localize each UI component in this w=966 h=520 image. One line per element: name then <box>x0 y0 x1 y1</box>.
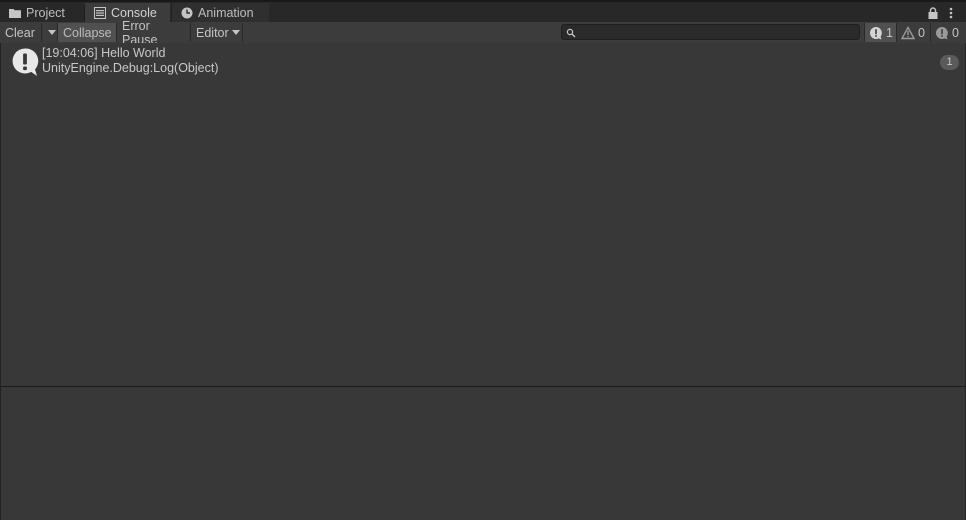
warning-count: 0 <box>918 25 925 40</box>
kebab-menu-icon[interactable] <box>946 6 956 20</box>
error-count: 1 <box>886 25 893 40</box>
log-message: [19:04:06] Hello World <box>42 46 166 60</box>
warning-count-toggle[interactable]: 0 <box>896 23 930 42</box>
window-left-border <box>0 43 1 520</box>
info-message-icon <box>11 47 39 77</box>
folder-icon <box>9 7 21 19</box>
console-window: Project Console Animation Clear Collapse <box>0 0 966 520</box>
search-input[interactable] <box>578 25 856 39</box>
collapse-toggle[interactable]: Collapse <box>58 23 117 42</box>
error-count-toggle[interactable]: 1 <box>864 23 896 42</box>
info-count: 0 <box>952 25 959 40</box>
search-box[interactable] <box>561 24 860 40</box>
editor-dropdown[interactable]: Editor <box>191 23 243 42</box>
log-entry[interactable]: [19:04:06] Hello World UnityEngine.Debug… <box>1 43 965 81</box>
lock-icon[interactable] <box>927 7 939 19</box>
editor-dropdown-label: Editor <box>196 25 229 40</box>
console-toolbar: Clear Collapse Error Pause Editor 1 0 0 <box>0 19 966 47</box>
error-pause-toggle[interactable]: Error Pause <box>117 19 191 47</box>
chevron-down-icon <box>48 30 56 35</box>
collapse-count-badge: 1 <box>940 55 959 70</box>
tab-project-label: Project <box>26 6 65 20</box>
console-icon <box>94 7 106 19</box>
clear-options-dropdown[interactable] <box>42 23 58 42</box>
clear-button[interactable]: Clear <box>0 23 42 42</box>
search-icon <box>566 27 576 38</box>
warning-icon <box>901 25 915 39</box>
info-count-toggle[interactable]: 0 <box>930 23 966 42</box>
error-bubble-icon <box>869 26 882 39</box>
info-bubble-icon <box>935 26 948 39</box>
tab-animation-label: Animation <box>198 6 254 20</box>
log-stack-trace: UnityEngine.Debug:Log(Object) <box>42 61 219 75</box>
log-list[interactable]: [19:04:06] Hello World UnityEngine.Debug… <box>1 43 965 386</box>
clock-icon <box>181 7 193 19</box>
tab-animation[interactable]: Animation <box>171 3 269 23</box>
tab-project[interactable]: Project <box>0 3 84 23</box>
log-detail-pane[interactable] <box>1 387 965 520</box>
chevron-down-icon <box>231 30 240 35</box>
